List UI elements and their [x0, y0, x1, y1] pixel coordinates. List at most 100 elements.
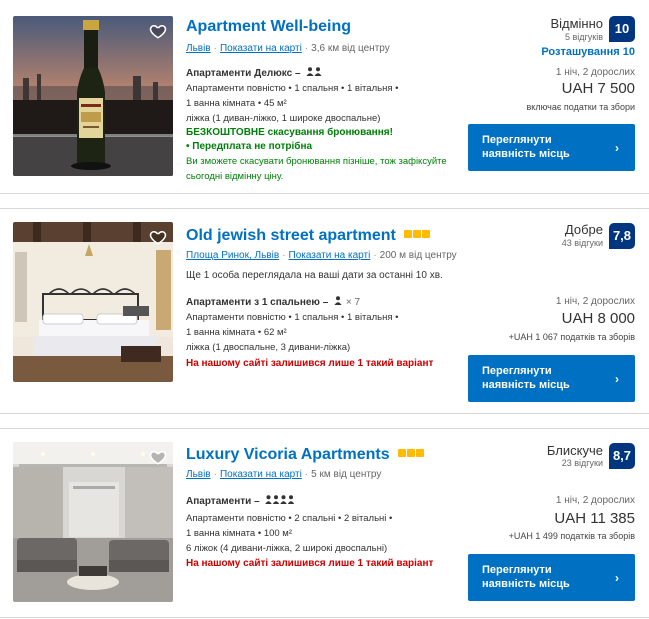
- price: UAH 7 500: [561, 80, 635, 97]
- person-icon: [265, 495, 295, 507]
- photo-bedroom: [13, 222, 173, 382]
- review-score-word: Блискуче: [546, 443, 603, 458]
- room-detail-line: Апартаменти повністю • 2 спальні • 2 віт…: [186, 513, 393, 524]
- review-score-word: Добре: [564, 222, 603, 237]
- review-count: 23 відгуки: [561, 458, 603, 468]
- stay-duration: 1 ніч, 2 дорослих: [555, 495, 635, 506]
- location-line: Львів · Показати на карті · 3,6 км від центр…: [186, 43, 390, 54]
- star-rating: [404, 225, 431, 243]
- cta-label-line: наявність місць: [482, 148, 570, 160]
- location-line: Площа Ринок, Львів · Показати на карті · 200…: [186, 250, 457, 261]
- recent-views-note: Ще 1 особа переглядала на ваші дати за о…: [186, 270, 443, 281]
- review-score-badge[interactable]: 7,8: [609, 223, 635, 249]
- card-divider: [0, 413, 649, 414]
- location-line: Львів · Показати на карті · 5 км від центру: [186, 469, 382, 480]
- free-cancellation-text: БЕЗКОШТОВНЕ скасування бронювання!: [186, 127, 393, 138]
- taxes-note: +UAH 1 067 податків та зборів: [508, 332, 635, 342]
- scarcity-message: На нашому сайті залишився лише 1 такий в…: [186, 558, 434, 569]
- star-icon: [407, 449, 416, 457]
- stay-duration: 1 ніч, 2 дорослих: [555, 296, 635, 307]
- star-icon: [404, 230, 413, 238]
- room-detail-line: 6 ліжок (4 дивани-ліжка, 2 широкі двоспа…: [186, 543, 388, 554]
- cancellation-note-line: сьогодні відмінну ціну.: [186, 171, 284, 182]
- district-link[interactable]: Площа Ринок, Львів: [186, 250, 279, 261]
- room-detail-line: Апартаменти повністю • 1 спальня • 1 віт…: [186, 312, 399, 323]
- property-card: Luxury Vicoria Apartments Львів · Показати…: [0, 428, 649, 618]
- photo-living-room: [13, 442, 173, 602]
- review-count: 43 відгуки: [561, 238, 603, 248]
- property-photo[interactable]: [13, 16, 173, 176]
- property-photo[interactable]: [13, 442, 173, 602]
- room-detail-line: Апартаменти повністю • 1 спальня • 1 віт…: [186, 83, 399, 94]
- favorite-heart-icon[interactable]: [149, 22, 167, 40]
- district-link[interactable]: Львів: [186, 469, 211, 480]
- favorite-heart-icon[interactable]: [149, 448, 167, 466]
- cancellation-note: Ви зможете скасувати бронювання пізніше,…: [186, 154, 447, 184]
- property-title-text[interactable]: Luxury Vicoria Apartments: [186, 446, 390, 463]
- property-title-text[interactable]: Old jewish street apartment: [186, 227, 396, 244]
- show-on-map-link[interactable]: Показати на карті: [289, 250, 371, 261]
- location-score: Розташування 10: [541, 46, 635, 58]
- room-detail-line: 1 ванна кімната • 100 м²: [186, 528, 292, 539]
- room-details: Апартаменти повністю • 2 спальні • 2 віт…: [186, 511, 392, 556]
- card-divider: [0, 428, 649, 429]
- distance-text: 3,6 км від центру: [311, 43, 390, 54]
- cta-label-line: наявність місць: [482, 379, 570, 391]
- review-score-badge[interactable]: 8,7: [609, 443, 635, 469]
- favorite-heart-icon[interactable]: [149, 228, 167, 246]
- cta-label-line: Переглянути: [482, 564, 552, 576]
- room-detail-line: ліжка (1 диван-ліжко, 1 широке двоспальн…: [186, 113, 381, 124]
- card-divider: [0, 193, 649, 194]
- room-details: Апартаменти повністю • 1 спальня • 1 віт…: [186, 81, 398, 126]
- taxes-note: +UAH 1 499 податків та зборів: [508, 531, 635, 541]
- card-divider: [0, 208, 649, 209]
- review-score-badge[interactable]: 10: [609, 16, 635, 42]
- star-icon: [416, 449, 425, 457]
- see-availability-button[interactable]: Переглянути наявність місць ›: [468, 554, 635, 601]
- property-title[interactable]: Old jewish street apartment: [186, 225, 431, 245]
- star-icon: [398, 449, 407, 457]
- star-rating: [398, 444, 425, 462]
- property-card: Apartment Well-being Львів · Показати на к…: [0, 0, 649, 194]
- person-icon: [306, 67, 322, 79]
- photo-champagne-city: [13, 16, 173, 176]
- no-prepayment-text: • Передплата не потрібна: [186, 141, 313, 152]
- review-count: 5 відгуків: [564, 32, 603, 42]
- district-link[interactable]: Львів: [186, 43, 211, 54]
- room-type: Апартаменти Делюкс –: [186, 67, 322, 79]
- scarcity-message: На нашому сайті залишився лише 1 такий в…: [186, 358, 434, 369]
- show-on-map-link[interactable]: Показати на карті: [220, 469, 302, 480]
- distance-text: 5 км від центру: [311, 469, 382, 480]
- person-icon: [334, 296, 344, 308]
- occupancy-count: × 7: [345, 297, 361, 308]
- cta-label-line: Переглянути: [482, 134, 552, 146]
- property-title[interactable]: Luxury Vicoria Apartments: [186, 444, 425, 464]
- room-detail-line: 1 ванна кімната • 62 м²: [186, 327, 287, 338]
- room-type-label: Апартаменти –: [186, 496, 260, 507]
- review-score-word: Відмінно: [550, 16, 603, 31]
- property-title-text[interactable]: Apartment Well-being: [186, 18, 351, 35]
- cta-label-line: наявність місць: [482, 578, 570, 590]
- chevron-right-icon: ›: [615, 372, 619, 386]
- property-photo[interactable]: [13, 222, 173, 382]
- cta-label-line: Переглянути: [482, 365, 552, 377]
- room-type: Апартаменти з 1 спальнею – × 7: [186, 296, 360, 308]
- star-icon: [422, 230, 431, 238]
- property-card: Old jewish street apartment Площа Ринок,…: [0, 208, 649, 414]
- stay-duration: 1 ніч, 2 дорослих: [555, 67, 635, 78]
- cancellation-note-line: Ви зможете скасувати бронювання пізніше,…: [186, 156, 447, 167]
- room-detail-line: 1 ванна кімната • 45 м²: [186, 98, 287, 109]
- see-availability-button[interactable]: Переглянути наявність місць ›: [468, 124, 635, 171]
- show-on-map-link[interactable]: Показати на карті: [220, 43, 302, 54]
- property-title[interactable]: Apartment Well-being: [186, 18, 351, 36]
- star-icon: [413, 230, 422, 238]
- taxes-note: включає податки та збори: [526, 102, 635, 112]
- room-type-label: Апартаменти з 1 спальнею –: [186, 297, 329, 308]
- room-details: Апартаменти повністю • 1 спальня • 1 віт…: [186, 310, 398, 355]
- room-type-label: Апартаменти Делюкс –: [186, 68, 301, 79]
- room-type: Апартаменти –: [186, 495, 295, 507]
- room-detail-line: ліжка (1 двоспальне, 3 дивани-ліжка): [186, 342, 351, 353]
- chevron-right-icon: ›: [615, 571, 619, 585]
- distance-text: 200 м від центру: [379, 250, 457, 261]
- see-availability-button[interactable]: Переглянути наявність місць ›: [468, 355, 635, 402]
